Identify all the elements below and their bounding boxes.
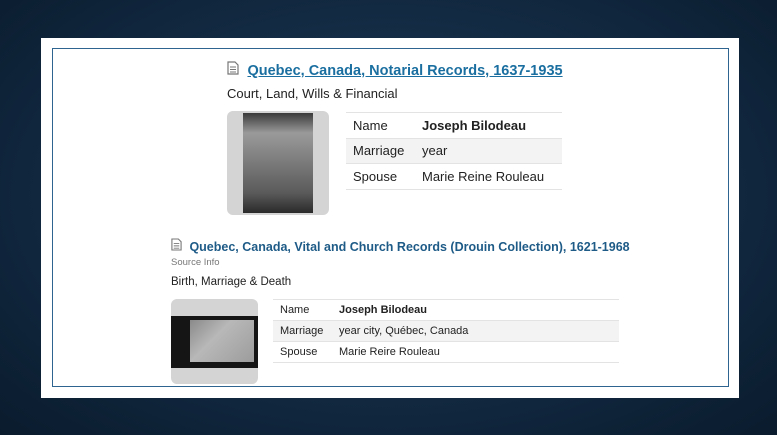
record2-category: Birth, Marriage & Death xyxy=(171,276,292,288)
document-icon xyxy=(171,238,182,256)
fact-label: Marriage xyxy=(273,320,332,342)
fact-value: Marie Reine Rouleau xyxy=(422,168,545,184)
record1-facts-table: Name Joseph Bilodeau Marriage year Spous… xyxy=(346,112,562,190)
fact-label: Spouse xyxy=(280,346,318,358)
table-row: Marriage year city, Québec, Canada xyxy=(273,320,619,342)
fact-label: Spouse xyxy=(353,168,398,184)
record1-title-link[interactable]: Quebec, Canada, Notarial Records, 1637-1… xyxy=(247,63,562,79)
record1-header: Quebec, Canada, Notarial Records, 1637-1… xyxy=(227,61,563,80)
fact-value: year xyxy=(415,138,562,164)
slide-frame: Quebec, Canada, Notarial Records, 1637-1… xyxy=(41,38,739,398)
table-row: Name Joseph Bilodeau xyxy=(273,299,619,321)
fact-value: Marie Reire Rouleau xyxy=(339,346,440,358)
fact-label: Name xyxy=(353,117,388,133)
record2-thumbnail-page xyxy=(190,320,254,362)
table-row: Marriage year xyxy=(346,138,562,164)
fact-label: Marriage xyxy=(346,138,415,164)
source-info-link[interactable]: Source Info xyxy=(171,257,220,268)
record2-title-link[interactable]: Quebec, Canada, Vital and Church Records… xyxy=(189,240,629,254)
table-row: Name Joseph Bilodeau xyxy=(346,112,562,138)
table-row: Spouse Marie Reine Rouleau xyxy=(346,164,562,189)
fact-label: Name xyxy=(280,304,310,316)
record1-thumbnail[interactable] xyxy=(227,111,329,215)
record2-facts-table: Name Joseph Bilodeau Marriage year city,… xyxy=(273,299,619,363)
fact-value: year city, Québec, Canada xyxy=(332,320,619,342)
table-row: Spouse Marie Reire Rouleau xyxy=(273,342,619,363)
record2-thumbnail-image xyxy=(171,316,258,368)
fact-value: Joseph Bilodeau xyxy=(339,304,428,316)
record2-header: Quebec, Canada, Vital and Church Records… xyxy=(171,238,630,256)
record2-thumbnail[interactable] xyxy=(171,299,258,384)
fact-value: Joseph Bilodeau xyxy=(422,117,527,133)
document-icon xyxy=(227,61,239,80)
record1-thumbnail-image xyxy=(243,113,313,213)
record1-category: Court, Land, Wills & Financial xyxy=(227,86,398,101)
